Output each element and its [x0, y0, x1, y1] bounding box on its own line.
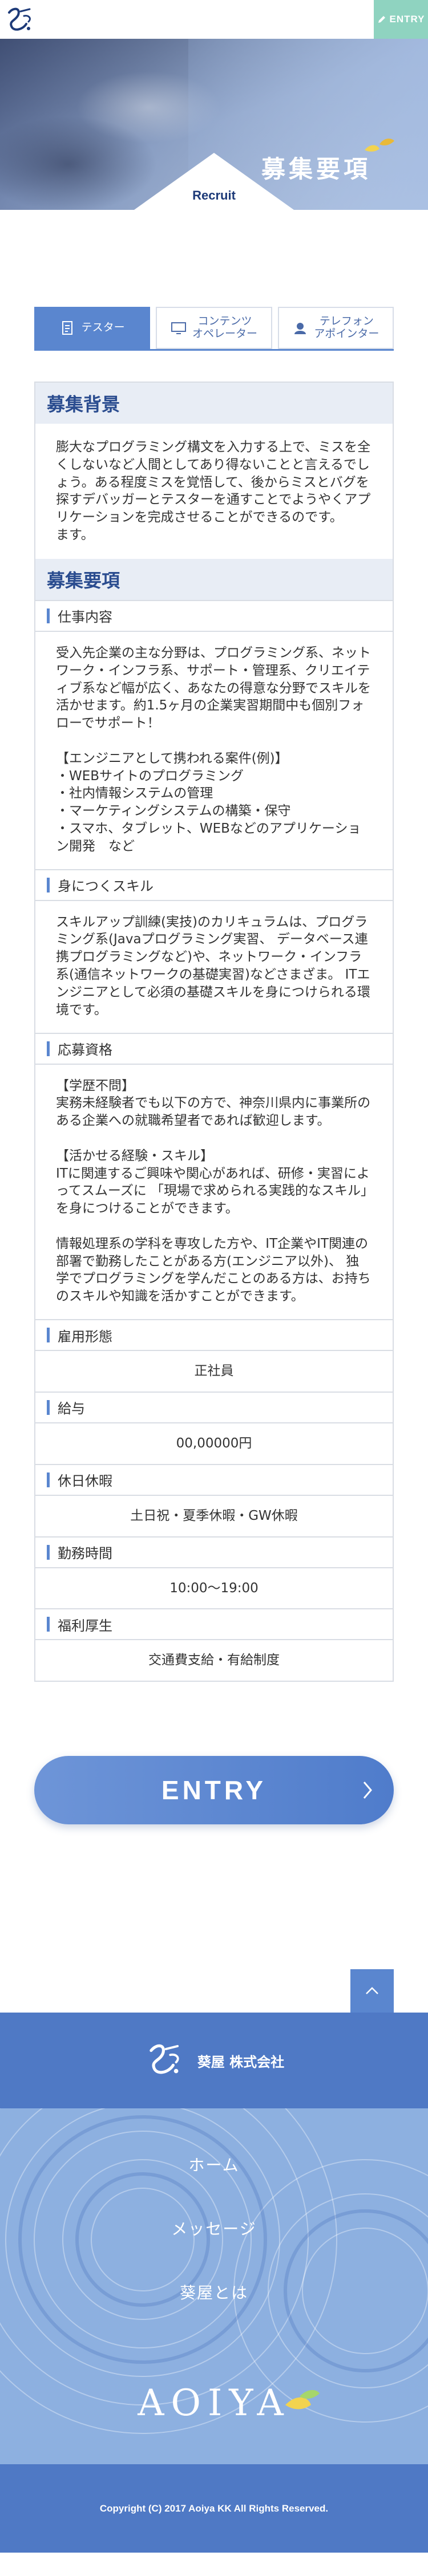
- tab-label: テレフォン アポインター: [314, 315, 379, 340]
- requirements-heading: 募集要項: [35, 558, 393, 600]
- document-icon: [60, 320, 76, 336]
- hero-subtitle: Recruit: [192, 188, 236, 202]
- footer-company-name: 葵屋 株式会社: [197, 2054, 285, 2070]
- hours-heading: 勤務時間: [35, 1536, 393, 1568]
- skills-heading: 身につくスキル: [35, 869, 393, 901]
- skills-text: スキルアップ訓練(実技)のカリキュラムは、プログラミング系(Javaプログラミン…: [56, 914, 370, 1017]
- salary-value: 00,00000円: [176, 1435, 252, 1451]
- footer-nav-message[interactable]: メッセージ: [171, 2217, 256, 2240]
- tab-content-operator[interactable]: コンテンツ オペレーター: [156, 307, 272, 349]
- footer-logo[interactable]: [144, 2039, 185, 2082]
- tab-telephone-appointer[interactable]: テレフォン アポインター: [277, 307, 394, 349]
- footer-nav-home[interactable]: ホーム: [188, 2153, 239, 2176]
- job-detail-card: 募集背景 膨大なプログラミング構文を入力する上で、ミスを全くしないなど人間として…: [34, 382, 394, 1682]
- salary-heading: 給与: [35, 1391, 393, 1423]
- background-heading: 募集背景: [35, 383, 393, 424]
- chevron-right-icon: [363, 1782, 372, 1799]
- tab-label: テスター: [81, 321, 125, 334]
- job-description-heading: 仕事内容: [35, 599, 393, 632]
- site-header: ENTRY: [0, 0, 428, 39]
- site-logo[interactable]: [0, 0, 39, 39]
- logo-mark: [8, 7, 31, 31]
- hours-value: 10:00〜19:00: [169, 1580, 259, 1596]
- footer-brand-wordmark: AOIYA: [138, 2382, 290, 2425]
- holidays-heading: 休日休暇: [35, 1463, 393, 1496]
- footer-brand: 葵屋 株式会社: [0, 2013, 428, 2108]
- footer-nav-area: ホーム メッセージ 葵屋とは AOIYA: [0, 2108, 428, 2465]
- job-description-text: 受入先企業の主な分野は、プログラミング系、ネットワーク・インフラ系、サポート・管…: [56, 645, 371, 854]
- tab-label: コンテンツ オペレーター: [192, 315, 257, 340]
- copyright: Copyright (C) 2017 Aoiya KK All Rights R…: [0, 2464, 428, 2553]
- job-tabs: テスター コンテンツ オペレーター テレフォン アポインター: [34, 307, 394, 349]
- hero-banner: 募集要項 Recruit: [0, 39, 428, 210]
- site-footer: 葵屋 株式会社 ホーム メッセージ 葵屋とは AOIYA Copyright (…: [0, 2013, 428, 2553]
- pencil-icon: [378, 16, 385, 23]
- footer-nav: ホーム メッセージ 葵屋とは: [0, 2108, 428, 2303]
- tab-tester[interactable]: テスター: [34, 307, 151, 349]
- employment-heading: 雇用形態: [35, 1319, 393, 1352]
- chevron-up-icon: [366, 1987, 378, 1995]
- qualifications-heading: 応募資格: [35, 1032, 393, 1065]
- footer-nav-about[interactable]: 葵屋とは: [180, 2281, 248, 2303]
- benefits-heading: 福利厚生: [35, 1608, 393, 1641]
- benefits-value: 交通費支給・有給制度: [148, 1653, 280, 1668]
- back-to-top-button[interactable]: [350, 1969, 394, 2013]
- logo-mark: [150, 2044, 179, 2074]
- headset-icon: [292, 320, 308, 336]
- monitor-icon: [171, 320, 187, 336]
- background-text: 膨大なプログラミング構文を入力する上で、ミスを全くしないなど人間としてあり得ない…: [56, 440, 371, 543]
- header-entry-button[interactable]: ENTRY: [374, 0, 428, 39]
- entry-button[interactable]: ENTRY: [34, 1756, 394, 1825]
- header-entry-label: ENTRY: [389, 14, 425, 25]
- qualifications-text: 【学歴不問】 実務未経験者でも以下の方で、神奈川県内に事業所のある企業への就職希…: [56, 1078, 371, 1304]
- entry-button-label: ENTRY: [161, 1775, 267, 1806]
- employment-value: 正社員: [194, 1364, 234, 1379]
- holidays-value: 土日祝・夏季休暇・GW休暇: [130, 1508, 298, 1523]
